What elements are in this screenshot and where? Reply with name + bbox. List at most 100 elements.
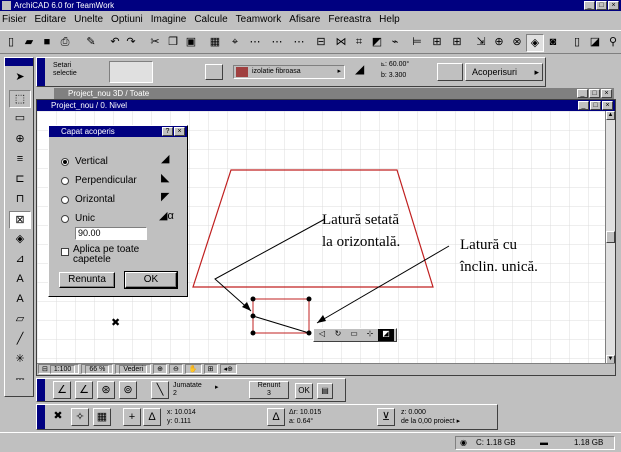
- xy-fields[interactable]: x: 10.014 y: 0.111: [167, 408, 196, 426]
- camera-tool-icon[interactable]: ⎓: [9, 371, 31, 389]
- layout-icon[interactable]: ▯: [568, 34, 586, 52]
- material-select[interactable]: izolatie fibroasa ▸: [233, 65, 345, 79]
- arrow-tool-icon[interactable]: ➤: [9, 69, 31, 87]
- hotspot-tool-icon[interactable]: ✳: [9, 351, 31, 369]
- camera-icon[interactable]: ◙: [544, 34, 562, 52]
- z-fields[interactable]: z: 0.000 de la 0,00 proiect ▸: [401, 408, 460, 426]
- view3d-title-bar[interactable]: Project_nou 3D / Toate _ □ ×: [54, 88, 614, 99]
- zoom-in-icon[interactable]: ⊕: [153, 364, 168, 374]
- menu-fereastra[interactable]: Fereastra: [328, 13, 371, 27]
- column-tool-icon[interactable]: ⊕: [9, 131, 31, 149]
- geometry-method-icon[interactable]: [205, 64, 223, 80]
- grid-snap-icon[interactable]: ▦: [93, 408, 111, 426]
- save-icon[interactable]: ■: [38, 34, 56, 52]
- align-icon[interactable]: ⊨: [408, 34, 426, 52]
- menu-editare[interactable]: Editare: [34, 13, 66, 27]
- absolute-icon[interactable]: ✖: [49, 408, 67, 426]
- dialog-close-button[interactable]: ×: [174, 127, 185, 136]
- stair-tool-icon[interactable]: ⊿: [9, 251, 31, 269]
- offset-icon[interactable]: ⌗: [350, 34, 368, 52]
- magic-wand-icon[interactable]: ⊛: [97, 381, 115, 399]
- section-icon[interactable]: ⊗: [508, 34, 526, 52]
- pan-icon[interactable]: ✋: [184, 364, 202, 374]
- pen-icon[interactable]: ✎: [82, 34, 100, 52]
- calculator-icon[interactable]: ▤: [317, 383, 333, 399]
- geometry-add-icon[interactable]: ∠: [75, 381, 93, 399]
- redo-icon[interactable]: ↷: [122, 34, 140, 52]
- beam-tool-icon[interactable]: ≡: [9, 151, 31, 169]
- angle1-field[interactable]: ⦝: 60.00°: [381, 61, 409, 69]
- slab-tool-icon[interactable]: ◈: [9, 231, 31, 249]
- pet-offset-icon[interactable]: ▭: [346, 329, 362, 341]
- radio-vertical[interactable]: [61, 158, 69, 166]
- selection-node[interactable]: [306, 330, 312, 336]
- pet-add-icon[interactable]: ⊹: [362, 329, 378, 341]
- cancel-button[interactable]: Renunta: [59, 272, 115, 288]
- roof-tool-icon[interactable]: ⊠: [9, 211, 31, 229]
- text-tool-icon[interactable]: A: [9, 271, 31, 289]
- grid-icon[interactable]: ▦: [206, 34, 224, 52]
- chevron-right-icon[interactable]: ▸: [215, 383, 219, 391]
- half-field[interactable]: Jumatate 2: [173, 382, 202, 398]
- menu-optiuni[interactable]: Optiuni: [111, 13, 143, 27]
- slope-icon[interactable]: ╲: [151, 381, 169, 399]
- menu-teamwork[interactable]: Teamwork: [236, 13, 282, 27]
- fill-icon[interactable]: ◩: [368, 34, 386, 52]
- print-icon[interactable]: ⎙: [56, 34, 74, 52]
- zoom-fit-icon[interactable]: ⊞: [203, 364, 218, 374]
- plan-close-button[interactable]: ×: [602, 101, 613, 110]
- cut-icon[interactable]: ✂: [146, 34, 164, 52]
- scroll-up-icon[interactable]: ▲: [606, 111, 615, 120]
- ok-button[interactable]: OK: [124, 271, 178, 289]
- plan-icon[interactable]: ⊕: [490, 34, 508, 52]
- maximize-button[interactable]: □: [596, 1, 607, 10]
- control-ok-button[interactable]: OK: [295, 383, 313, 399]
- door-tool-icon[interactable]: ⊏: [9, 171, 31, 189]
- plan-title-bar[interactable]: Project_nou / 0. Nivel _ □ ×: [37, 100, 615, 111]
- brush-icon[interactable]: ⌁: [386, 34, 404, 52]
- elevation-icon[interactable]: ⊻: [377, 408, 395, 426]
- pet-move-icon[interactable]: ◁: [314, 329, 330, 341]
- selection-node[interactable]: [250, 313, 256, 319]
- vertical-scrollbar[interactable]: ▲ ▼: [605, 111, 615, 364]
- scroll-thumb[interactable]: [606, 231, 615, 243]
- relative-icon[interactable]: ✧: [71, 408, 89, 426]
- unic-angle-input[interactable]: 90.00: [75, 227, 147, 240]
- slab-outline-icon[interactable]: [437, 63, 463, 81]
- snap-icon[interactable]: ⌖: [226, 34, 244, 52]
- apply-all-checkbox[interactable]: [61, 248, 69, 256]
- window-tool-icon[interactable]: ⊓: [9, 191, 31, 209]
- plan-minimize-button[interactable]: _: [578, 101, 589, 110]
- polar-icon[interactable]: Δ: [267, 408, 285, 426]
- menu-afisare[interactable]: Afisare: [289, 13, 320, 27]
- radio-unic[interactable]: [61, 215, 69, 223]
- menu-calcule[interactable]: Calcule: [194, 13, 227, 27]
- pet-edge-icon[interactable]: ◩: [378, 329, 394, 341]
- distribute2-icon[interactable]: ⊞: [448, 34, 466, 52]
- radio-perpendicular[interactable]: [61, 177, 69, 185]
- minimize-button[interactable]: _: [584, 1, 595, 10]
- view-field[interactable]: Vederi: [115, 364, 152, 374]
- menu-help[interactable]: Help: [379, 13, 400, 27]
- publish-icon[interactable]: ◪: [586, 34, 604, 52]
- view3d-close-button[interactable]: ×: [601, 89, 612, 98]
- marquee-tool-icon[interactable]: ⬚: [9, 90, 31, 108]
- radio-orizontal[interactable]: [61, 196, 69, 204]
- intersect-icon[interactable]: ⋈: [332, 34, 350, 52]
- add-point-icon[interactable]: +: [123, 408, 141, 426]
- polar-fields[interactable]: Δr: 10.015 a: 0.64°: [289, 408, 321, 426]
- gravity-icon[interactable]: ⊚: [119, 381, 137, 399]
- guide-icon[interactable]: ⋯: [246, 34, 264, 52]
- delta-icon[interactable]: Δ: [143, 408, 161, 426]
- renunt-button[interactable]: Renunt 3: [249, 381, 289, 399]
- settings-label[interactable]: Setari selectie: [53, 62, 93, 78]
- scale-field[interactable]: ⊟ 1:100: [38, 364, 80, 374]
- selection-node[interactable]: [250, 330, 256, 336]
- close-button[interactable]: ×: [608, 1, 619, 10]
- guide2-icon[interactable]: ⋯: [268, 34, 286, 52]
- zoom-field[interactable]: 66 %: [81, 364, 114, 374]
- view3d-minimize-button[interactable]: _: [577, 89, 588, 98]
- nav-icon[interactable]: ⇲: [472, 34, 490, 52]
- menu-imagine[interactable]: Imagine: [151, 13, 187, 27]
- selection-node[interactable]: [306, 296, 312, 302]
